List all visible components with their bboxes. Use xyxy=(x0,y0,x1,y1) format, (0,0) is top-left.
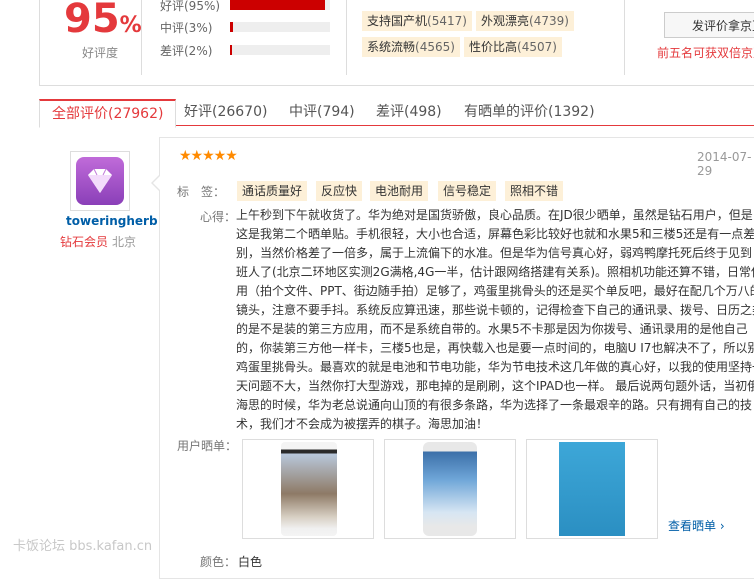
review-content-line: 鸡蛋里挑骨头。最喜欢的就是电池和节电功能，华为节电技术这几年做的真心好，以我的使… xyxy=(236,360,754,374)
rate-row-medium: 中评(3%) xyxy=(160,19,340,35)
photos-label: 用户晒单： xyxy=(177,439,238,453)
member-level: 钻石会员 xyxy=(60,235,109,249)
review-date: 2014-07-29 xyxy=(697,150,752,178)
review-tag: 信号稳定 xyxy=(438,181,497,201)
review-content-line: 这是我第二个晒单贴。手机很轻，大小也合适，屏幕色彩比较好也就和水果5和三楼5还是… xyxy=(236,227,754,241)
summary-tag[interactable]: 系统流畅(4565) xyxy=(362,37,460,57)
tab-all-reviews[interactable]: 全部评价(27962) xyxy=(39,99,177,128)
reviewer-name[interactable]: toweringherb xyxy=(66,214,158,228)
review-photo[interactable] xyxy=(384,439,516,539)
review-content-line: 的是不是装的第三方应用，而不是系统自带的。水果5不卡那是因为你拨号、通讯录用的是… xyxy=(236,322,748,336)
review-content-line: 的，你装第三方他一样卡，三楼5也是，再快载入也是要一点时间的，电脑U I7也解决… xyxy=(236,341,754,355)
review-content-line: 用（拍个文件、PPT、街边随手拍）足够了，鸡蛋里挑骨头的还是买个单反吧，最好在配… xyxy=(236,284,754,298)
review-photo[interactable] xyxy=(526,439,658,539)
divider xyxy=(346,0,347,75)
summary-tag[interactable]: 外观漂亮(4739) xyxy=(476,11,574,31)
review-tag: 反应快 xyxy=(316,181,363,201)
tab-medium-reviews[interactable]: 中评(794) xyxy=(289,99,355,125)
review-content-line: 别，当然价格差了一倍多，属于上流偏下的水准。但是华为信号真心好，弱鸡鸭摩托死后终… xyxy=(236,246,753,260)
divider xyxy=(624,0,625,75)
color-label: 颜色： xyxy=(200,555,237,569)
divider xyxy=(141,0,142,75)
review-tag: 电池耐用 xyxy=(370,181,429,201)
rate-row-good: 好评(95%) xyxy=(160,0,340,13)
tags-label: 标 签： xyxy=(177,185,226,199)
review-tag: 通话质量好 xyxy=(237,181,308,201)
review-content-line: 上午秒到下午就收货了。华为绝对是国货骄傲，良心品质。在JD很少晒单，虽然是钻石用… xyxy=(236,208,753,222)
content-label: 心得： xyxy=(200,210,237,224)
promo-text: 前五名可获双倍京豆 xyxy=(657,46,754,60)
star-rating: ★★★★★ xyxy=(179,148,238,164)
rate-row-bad: 差评(2%) xyxy=(160,42,340,58)
avatar[interactable] xyxy=(70,151,130,211)
tab-photo-reviews[interactable]: 有晒单的评价(1392) xyxy=(464,99,595,125)
review-card-arrow xyxy=(153,175,161,191)
review-content-line: 班人了(北京二环地区实测2G满格,4G一半，估计跟网络搭建有关系)。照相机功能还… xyxy=(236,265,754,279)
color-value: 白色 xyxy=(238,555,263,569)
review-content-line: 天问题不大，当然你打大型游戏，那电掉的是刷刷，这个IPAD也一样。 最后说两句题… xyxy=(236,379,754,393)
review-content: 上午秒到下午就收货了。华为绝对是国货骄傲，良心品质。在JD很少晒单，虽然是钻石用… xyxy=(236,206,754,434)
review-tag: 照相不错 xyxy=(505,181,564,201)
tab-good-reviews[interactable]: 好评(26670) xyxy=(184,99,267,125)
review-content-line: 镜头，注意不要手抖。系统反应算迅速，那些说卡顿的，记得检查下自己的通讯录、拨号、… xyxy=(236,303,754,317)
review-content-line: 海思的时候，华为老总说通向山顶的有很多条路，华为选择了一条最艰辛的路。只有拥有自… xyxy=(236,398,753,412)
reviewer-city: 北京 xyxy=(112,235,137,249)
see-photos-link[interactable]: 查看晒单 › xyxy=(668,517,725,534)
review-content-line: 术，我们才不会成为被摆弄的棋子。海思加油！ xyxy=(236,417,489,431)
tab-bad-reviews[interactable]: 差评(498) xyxy=(376,99,442,125)
good-rate-label: 好评度 xyxy=(82,46,119,60)
write-review-button[interactable]: 发评价拿京豆 xyxy=(664,12,754,38)
diamond-icon xyxy=(88,168,112,193)
summary-tag[interactable]: 性价比高(4507) xyxy=(464,37,562,57)
summary-tag[interactable]: 支持国产机(5417) xyxy=(362,11,472,31)
good-rate-percent: 95% xyxy=(64,0,142,42)
watermark: 卡饭论坛 bbs.kafan.cn xyxy=(13,539,153,554)
review-photo[interactable] xyxy=(242,439,374,539)
